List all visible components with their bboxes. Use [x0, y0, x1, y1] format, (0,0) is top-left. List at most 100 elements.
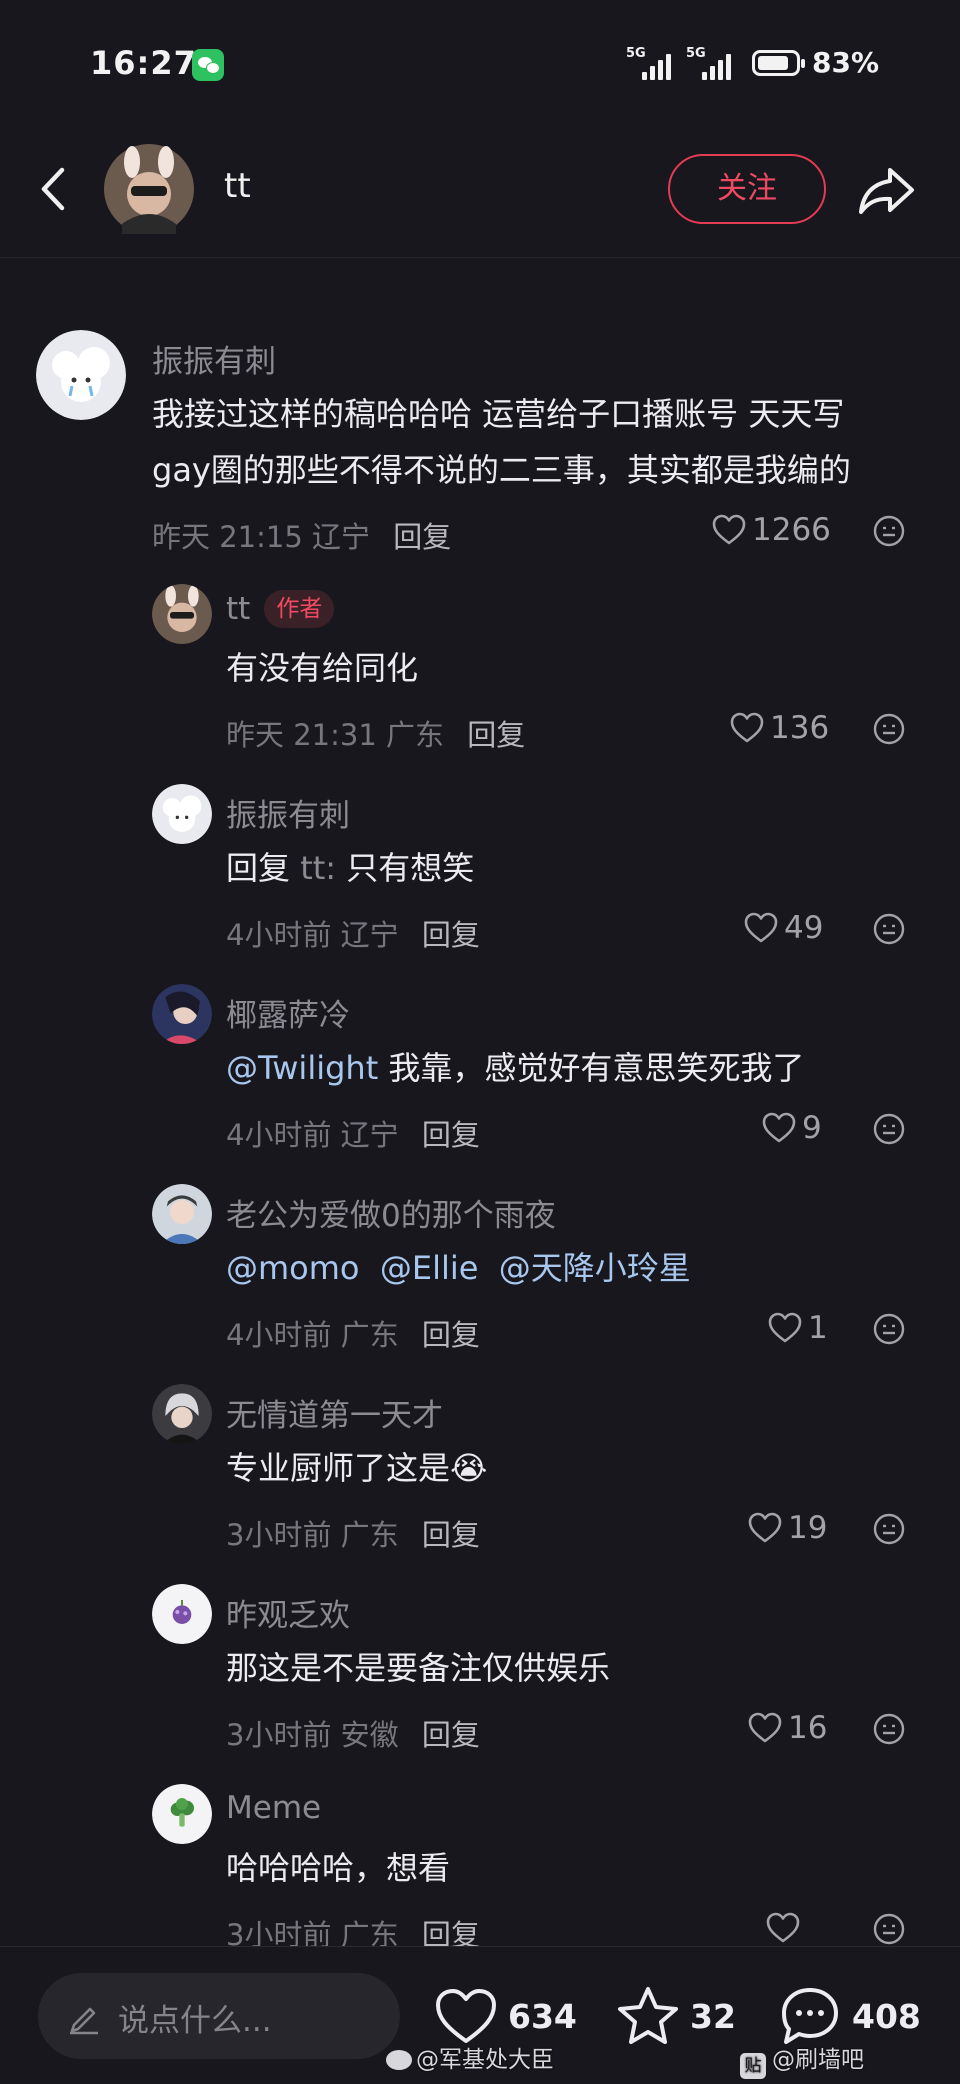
- emoji-reaction-icon[interactable]: [872, 912, 906, 946]
- reply-button[interactable]: 回复: [422, 918, 480, 952]
- like-count: 136: [770, 710, 830, 746]
- comment-text-line-2: gay圈的那些不得不说的二三事，其实都是我编的: [152, 451, 851, 489]
- favorite-count: 32: [690, 1996, 736, 2036]
- reply-button[interactable]: 回复: [393, 520, 451, 554]
- like-count: 16: [788, 1710, 828, 1746]
- reply-time: 3小时前: [226, 1718, 332, 1752]
- signal-5g-icon-2: 5G: [686, 46, 742, 80]
- reply-button[interactable]: 回复: [422, 1518, 480, 1552]
- reply-prefix: 回复: [226, 849, 291, 887]
- replier-avatar[interactable]: [152, 584, 212, 644]
- reply-time: 4小时前: [226, 918, 332, 952]
- favorite-button[interactable]: 32: [616, 1981, 736, 2051]
- replier-avatar[interactable]: [152, 1384, 212, 1444]
- heart-outline-icon: [748, 1512, 782, 1543]
- replier-name[interactable]: 老公为爱做0的那个雨夜: [226, 1190, 556, 1235]
- heart-outline-icon: [762, 1112, 796, 1143]
- weibo-watermark-text: @军基处大臣: [416, 2047, 554, 2073]
- reply-button[interactable]: 回复: [422, 1718, 480, 1752]
- tieba-watermark: 贴 @刷墙吧: [740, 2040, 864, 2079]
- heart-icon: [436, 1989, 496, 2043]
- replier-name[interactable]: 昨观乏欢: [226, 1590, 350, 1635]
- replier-avatar[interactable]: [152, 1184, 212, 1244]
- mention-link[interactable]: @Ellie: [380, 1249, 479, 1287]
- chat-bubble-icon: [782, 1988, 838, 2044]
- like-count: 19: [788, 1510, 828, 1546]
- crying-emoji: 😭: [450, 1449, 488, 1487]
- reply-text-row: 专业厨师了这是😭: [226, 1440, 487, 1496]
- like-button[interactable]: 1: [768, 1308, 828, 1348]
- reply-button[interactable]: 回复: [467, 718, 525, 752]
- replier-name[interactable]: 无情道第一天才: [226, 1390, 443, 1435]
- back-arrow-icon[interactable]: [34, 164, 74, 214]
- header-username[interactable]: tt: [224, 166, 251, 206]
- emoji-reaction-icon[interactable]: [872, 1512, 906, 1546]
- heart-outline-icon: [730, 712, 764, 743]
- reply-text-row: @momo @Ellie @天降小玲星: [226, 1240, 691, 1296]
- reply-time: 昨天 21:31: [226, 718, 377, 752]
- replier-avatar[interactable]: [152, 1584, 212, 1644]
- tieba-logo-icon: 贴: [740, 2053, 766, 2079]
- reply-time: 4小时前: [226, 1118, 332, 1152]
- reply-region: 辽宁: [340, 918, 399, 952]
- replier-avatar[interactable]: [152, 984, 212, 1044]
- heart-outline-icon: [768, 1312, 802, 1343]
- reply-region: 安徽: [340, 1718, 399, 1752]
- reply-region: 广东: [340, 1318, 399, 1352]
- reply-time: 3小时前: [226, 1518, 332, 1552]
- reply-text: 我靠，感觉好有意思笑死我了: [388, 1049, 805, 1087]
- comment-text-line-1: 我接过这样的稿哈哈哈 运营给子口播账号 天天写: [152, 395, 845, 433]
- commenter-avatar[interactable]: [36, 330, 126, 420]
- replier-name[interactable]: 椰露萨冷: [226, 990, 350, 1035]
- like-button[interactable]: [766, 1908, 800, 1948]
- post-like-count: 634: [508, 1996, 577, 2036]
- like-button[interactable]: 19: [748, 1508, 827, 1548]
- reply-text: 哈哈哈哈，想看: [226, 1849, 451, 1887]
- mention-link[interactable]: @Twilight: [226, 1049, 378, 1087]
- replier-name[interactable]: Meme: [226, 1790, 321, 1826]
- input-placeholder: 说点什么...: [118, 2003, 272, 2039]
- like-count: 9: [802, 1110, 822, 1146]
- reply-text: 那这是不是要备注仅供娱乐: [226, 1649, 611, 1687]
- comment-input[interactable]: 说点什么...: [38, 1973, 400, 2059]
- like-button[interactable]: 9: [762, 1108, 822, 1148]
- emoji-reaction-icon[interactable]: [872, 712, 906, 746]
- like-button[interactable]: 1266: [712, 510, 831, 550]
- like-button[interactable]: 16: [748, 1708, 827, 1748]
- like-count: 49: [784, 910, 824, 946]
- share-icon[interactable]: [856, 162, 916, 218]
- like-count: 1: [808, 1310, 828, 1346]
- reply-meta: 3小时前 广东 回复: [226, 1512, 480, 1554]
- follow-button[interactable]: 关注: [668, 154, 826, 224]
- like-button[interactable]: 136: [730, 708, 829, 748]
- emoji-reaction-icon[interactable]: [872, 1312, 906, 1346]
- replier-avatar[interactable]: [152, 784, 212, 844]
- replier-name[interactable]: 振振有刺: [226, 790, 350, 835]
- author-avatar[interactable]: [104, 144, 194, 234]
- reply-text: 有没有给同化: [226, 649, 419, 687]
- like-count: 1266: [752, 512, 831, 548]
- reply-meta: 4小时前 辽宁 回复: [226, 912, 480, 954]
- emoji-reaction-icon[interactable]: [872, 1112, 906, 1146]
- weibo-logo-icon: [386, 2050, 412, 2070]
- status-time: 16:27: [90, 44, 197, 82]
- reply-text-row: 回复 tt: 只有想笑: [226, 840, 474, 896]
- commenter-name[interactable]: 振振有刺: [152, 336, 276, 381]
- reply-button[interactable]: 回复: [422, 1318, 480, 1352]
- mention-link[interactable]: @momo: [226, 1249, 360, 1287]
- comment-time: 昨天 21:15: [152, 520, 303, 554]
- reply-target[interactable]: tt:: [300, 849, 336, 887]
- like-button[interactable]: 49: [744, 908, 823, 948]
- replier-name-row: tt 作者: [226, 590, 335, 628]
- reply-button[interactable]: 回复: [422, 1118, 480, 1152]
- mention-link[interactable]: @天降小玲星: [499, 1249, 691, 1287]
- comment-count: 408: [852, 1996, 921, 2036]
- emoji-reaction-icon[interactable]: [872, 1912, 906, 1946]
- reply-meta: 4小时前 广东 回复: [226, 1312, 480, 1354]
- replier-name[interactable]: tt: [226, 591, 250, 627]
- reply-region: 广东: [386, 718, 445, 752]
- emoji-reaction-icon[interactable]: [872, 1712, 906, 1746]
- pencil-icon: [70, 2007, 98, 2035]
- emoji-reaction-icon[interactable]: [872, 514, 906, 548]
- replier-avatar[interactable]: [152, 1784, 212, 1844]
